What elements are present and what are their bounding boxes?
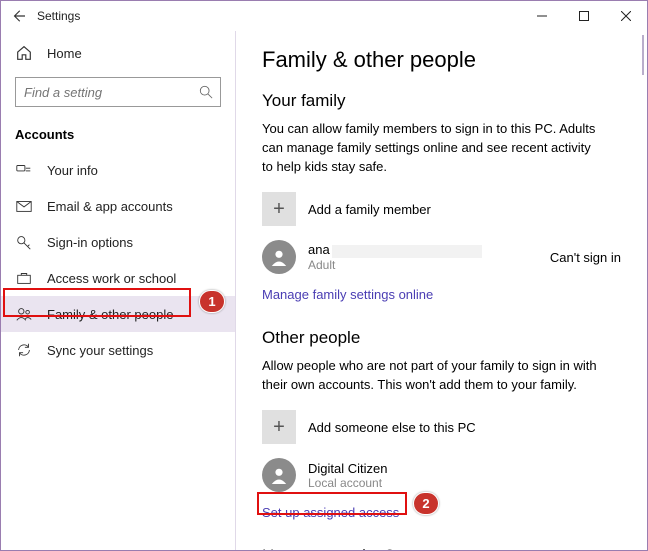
family-member-row[interactable]: ana Adult Can't sign in bbox=[262, 240, 621, 274]
window-title: Settings bbox=[37, 9, 80, 23]
redacted-text bbox=[332, 245, 482, 258]
plus-icon: + bbox=[262, 192, 296, 226]
badge-icon bbox=[15, 161, 33, 179]
assigned-access-link[interactable]: Set up assigned access bbox=[262, 505, 399, 520]
avatar-icon bbox=[262, 458, 296, 492]
category-header: Accounts bbox=[1, 121, 235, 152]
key-icon bbox=[15, 233, 33, 251]
maximize-button[interactable] bbox=[563, 1, 605, 31]
other-section-title: Other people bbox=[262, 328, 621, 348]
briefcase-icon bbox=[15, 269, 33, 287]
plus-icon: + bbox=[262, 410, 296, 444]
nav-your-info[interactable]: Your info bbox=[1, 152, 235, 188]
question-heading: Have a question? bbox=[262, 546, 621, 550]
family-desc: You can allow family members to sign in … bbox=[262, 119, 602, 176]
family-section-title: Your family bbox=[262, 91, 621, 111]
home-nav[interactable]: Home bbox=[1, 37, 235, 69]
search-input[interactable] bbox=[15, 77, 221, 107]
titlebar: Settings bbox=[1, 1, 647, 31]
member-name: Digital Citizen bbox=[308, 461, 387, 476]
other-desc: Allow people who are not part of your fa… bbox=[262, 356, 602, 394]
manage-family-link[interactable]: Manage family settings online bbox=[262, 287, 433, 302]
arrow-left-icon bbox=[11, 9, 25, 23]
nav-sync-settings[interactable]: Sync your settings bbox=[1, 332, 235, 368]
scrollbar-thumb[interactable] bbox=[642, 35, 644, 75]
nav-email-accounts[interactable]: Email & app accounts bbox=[1, 188, 235, 224]
minimize-button[interactable] bbox=[521, 1, 563, 31]
member-role: Local account bbox=[308, 476, 387, 490]
search-icon bbox=[199, 85, 213, 99]
sync-icon bbox=[15, 341, 33, 359]
add-family-member[interactable]: + Add a family member bbox=[262, 192, 621, 226]
annotation-badge-1: 1 bbox=[199, 290, 225, 313]
nav-signin-options[interactable]: Sign-in options bbox=[1, 224, 235, 260]
member-name: ana bbox=[308, 242, 482, 257]
sidebar: Home Accounts Your info Email & app acco… bbox=[1, 31, 236, 550]
home-label: Home bbox=[47, 46, 82, 61]
people-icon bbox=[15, 305, 33, 323]
avatar-icon bbox=[262, 240, 296, 274]
add-other-user[interactable]: + Add someone else to this PC bbox=[262, 410, 621, 444]
member-role: Adult bbox=[308, 258, 482, 272]
email-icon bbox=[15, 197, 33, 215]
close-button[interactable] bbox=[605, 1, 647, 31]
back-button[interactable] bbox=[1, 1, 35, 31]
nav-access-work-school[interactable]: Access work or school bbox=[1, 260, 235, 296]
home-icon bbox=[15, 44, 33, 62]
member-status: Can't sign in bbox=[550, 250, 621, 265]
other-member-row[interactable]: Digital Citizen Local account bbox=[262, 458, 621, 492]
page-title: Family & other people bbox=[262, 47, 621, 73]
annotation-badge-2: 2 bbox=[413, 492, 439, 515]
main-panel: Family & other people Your family You ca… bbox=[236, 31, 647, 550]
